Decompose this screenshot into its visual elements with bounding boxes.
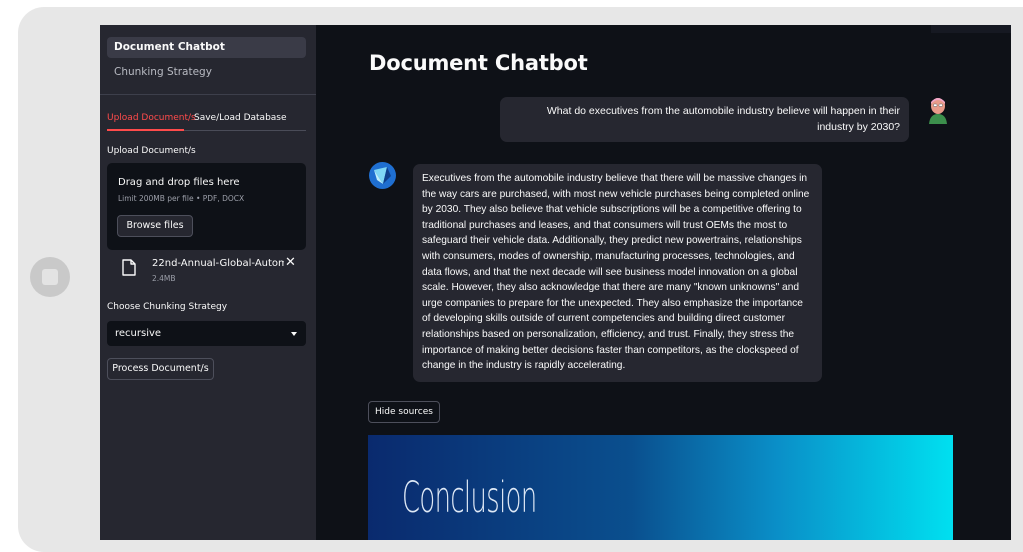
dropzone-limit: Limit 200MB per file • PDF, DOCX — [118, 194, 245, 203]
bot-avatar-icon — [369, 162, 396, 189]
uploaded-file-name: 22nd-Annual-Global-Autom... — [152, 258, 284, 269]
file-icon — [122, 259, 136, 276]
chat-main: Document Chatbot What do executives from… — [316, 25, 1011, 540]
sidebar-item-chunking-strategy[interactable]: Chunking Strategy — [107, 62, 306, 83]
upload-label: Upload Document/s — [107, 146, 196, 156]
sidebar-item-document-chatbot[interactable]: Document Chatbot — [107, 37, 306, 58]
upload-tabs: Upload Document/s Save/Load Database — [107, 111, 306, 131]
user-avatar-icon — [929, 98, 947, 124]
file-dropzone[interactable]: Drag and drop files here Limit 200MB per… — [107, 163, 306, 250]
assistant-message: Executives from the automobile industry … — [413, 164, 822, 382]
page-title: Document Chatbot — [369, 51, 588, 75]
chunking-strategy-select[interactable]: recursive — [107, 321, 306, 346]
sidebar-divider — [100, 94, 316, 95]
user-message: What do executives from the automobile i… — [500, 97, 909, 142]
source-preview-title: Conclusion — [402, 473, 537, 523]
uploaded-file-size: 2.4MB — [152, 274, 176, 283]
tab-upload-documents[interactable]: Upload Document/s — [107, 113, 196, 123]
hide-sources-button[interactable]: Hide sources — [368, 401, 440, 423]
active-tab-indicator — [107, 129, 184, 131]
browse-files-button[interactable]: Browse files — [117, 215, 193, 237]
close-icon[interactable]: ✕ — [285, 255, 296, 270]
uploaded-file-row: 22nd-Annual-Global-Autom... 2.4MB ✕ — [107, 255, 306, 289]
source-document-preview: Conclusion — [368, 435, 953, 540]
chunking-strategy-value: recursive — [115, 328, 162, 339]
chunking-strategy-label: Choose Chunking Strategy — [107, 302, 228, 312]
dropzone-title: Drag and drop files here — [118, 177, 240, 188]
top-toolbar-strip — [931, 25, 1011, 33]
sidebar: Document Chatbot Chunking Strategy Uploa… — [100, 25, 316, 540]
process-documents-button[interactable]: Process Document/s — [107, 358, 214, 380]
tab-save-load-database[interactable]: Save/Load Database — [194, 113, 287, 123]
chevron-down-icon — [291, 332, 297, 336]
device-home-button[interactable] — [30, 257, 70, 297]
app-screen: Document Chatbot Chunking Strategy Uploa… — [100, 25, 1011, 540]
